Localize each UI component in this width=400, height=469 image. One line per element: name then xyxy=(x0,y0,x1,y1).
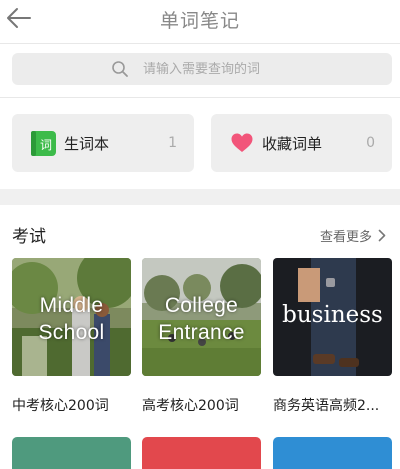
cover-line-1: Middle xyxy=(39,294,104,317)
notebook-icon-badge: 词 xyxy=(40,138,52,152)
book-title-college-entrance[interactable]: 高考核心200词 xyxy=(142,395,266,415)
notebook-icon: 词 xyxy=(31,130,56,156)
favorites-label: 收藏词单 xyxy=(262,134,323,153)
page-title: 单词笔记 xyxy=(159,10,240,32)
vocab-book-label: 生词本 xyxy=(64,134,110,153)
search-divider xyxy=(0,97,400,98)
book-tile-red[interactable] xyxy=(142,437,261,469)
see-more-link[interactable]: 查看更多 xyxy=(320,226,386,245)
college-entrance-cover-text: College Entrance xyxy=(142,292,261,346)
book-tile-green[interactable] xyxy=(12,437,131,469)
business-cover-text: business xyxy=(282,302,383,328)
cover-line-1: College xyxy=(164,294,239,317)
section-title: 考试 xyxy=(12,227,46,247)
book-title-business[interactable]: 商务英语高频2... xyxy=(273,395,393,415)
vocab-book-card[interactable]: 词 生词本 1 xyxy=(12,114,194,172)
favorites-card[interactable]: 收藏词单 0 xyxy=(211,114,392,172)
heart-icon xyxy=(231,133,253,152)
book-cover-college-entrance[interactable]: College Entrance xyxy=(142,258,261,376)
section-separator xyxy=(0,189,400,205)
book-cover-business[interactable]: business xyxy=(273,258,392,376)
see-more-label: 查看更多 xyxy=(319,230,372,245)
search-bar[interactable] xyxy=(12,53,392,85)
favorites-count: 0 xyxy=(366,135,375,151)
search-input[interactable] xyxy=(143,61,293,77)
header-divider xyxy=(0,43,400,44)
cover-line-2: School xyxy=(38,321,105,344)
chevron-right-icon xyxy=(378,229,386,242)
search-icon xyxy=(112,61,128,77)
book-cover-middle-school[interactable]: Middle School xyxy=(12,258,131,376)
book-title-middle-school[interactable]: 中考核心200词 xyxy=(12,395,136,415)
header: 单词笔记 xyxy=(0,0,400,44)
middle-school-cover-text: Middle School xyxy=(12,292,131,346)
book-tile-blue[interactable] xyxy=(273,437,392,469)
vocab-book-count: 1 xyxy=(168,135,177,151)
cover-line-2: Entrance xyxy=(158,321,245,344)
